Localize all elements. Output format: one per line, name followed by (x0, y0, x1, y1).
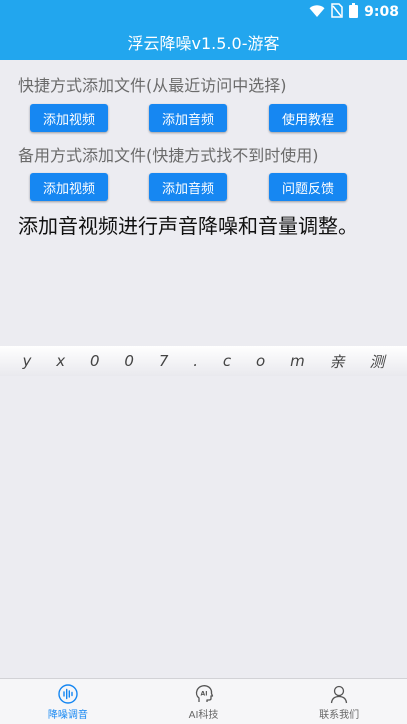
description-text: 添加音视频进行声音降噪和音量调整。 (18, 214, 358, 238)
backup-add-audio-button[interactable]: 添加音频 (149, 173, 227, 201)
nav-denoise-label: 降噪调音 (47, 710, 88, 721)
watermark-char: x (56, 352, 66, 370)
watermark-char: y (22, 352, 32, 370)
quick-add-label: 快捷方式添加文件(从最近访问中选择) (18, 76, 287, 95)
tutorial-button[interactable]: 使用教程 (269, 104, 347, 132)
watermark-strip: y x 0 0 7 . c o m 亲 测 (0, 346, 407, 376)
watermark-char: 亲 (329, 352, 345, 371)
status-icons: 9:08 (309, 2, 399, 22)
backup-add-buttons: 添加视频 添加音频 问题反馈 (0, 173, 407, 201)
nav-denoise-tab[interactable]: 降噪调音 (0, 679, 136, 724)
ai-head-icon: AI (194, 684, 214, 706)
bottom-nav: 降噪调音 AI AI科技 联系我们 (0, 678, 407, 724)
quick-add-audio-button[interactable]: 添加音频 (149, 104, 227, 132)
watermark-char: 0 (124, 352, 134, 370)
watermark-char: o (256, 352, 266, 370)
nav-ai-label: AI科技 (188, 710, 219, 721)
nav-ai-tab[interactable]: AI AI科技 (136, 679, 272, 724)
backup-add-video-button[interactable]: 添加视频 (30, 173, 108, 201)
status-time: 9:08 (364, 4, 399, 20)
watermark-char: 测 (369, 352, 385, 371)
svg-text:AI: AI (200, 691, 207, 698)
wifi-icon (309, 3, 325, 22)
person-icon (329, 684, 349, 706)
app-title: 浮云降噪v1.5.0-游客 (127, 34, 280, 53)
quick-add-buttons: 添加视频 添加音频 使用教程 (0, 104, 407, 132)
battery-icon (349, 2, 359, 22)
status-bar: 9:08 (0, 0, 407, 24)
quick-add-video-button[interactable]: 添加视频 (30, 104, 108, 132)
watermark-char: 7 (158, 352, 169, 370)
nav-contact-label: 联系我们 (319, 710, 360, 721)
watermark-char: 0 (89, 352, 100, 370)
watermark-char: . (193, 352, 199, 370)
app-title-bar: 浮云降噪v1.5.0-游客 (0, 24, 407, 60)
backup-add-label: 备用方式添加文件(快捷方式找不到时使用) (18, 146, 319, 165)
waveform-icon (58, 684, 78, 706)
watermark-char: m (290, 352, 305, 370)
no-sim-icon (331, 2, 343, 22)
nav-contact-tab[interactable]: 联系我们 (271, 679, 407, 724)
watermark-char: c (222, 352, 232, 370)
feedback-button[interactable]: 问题反馈 (269, 173, 347, 201)
